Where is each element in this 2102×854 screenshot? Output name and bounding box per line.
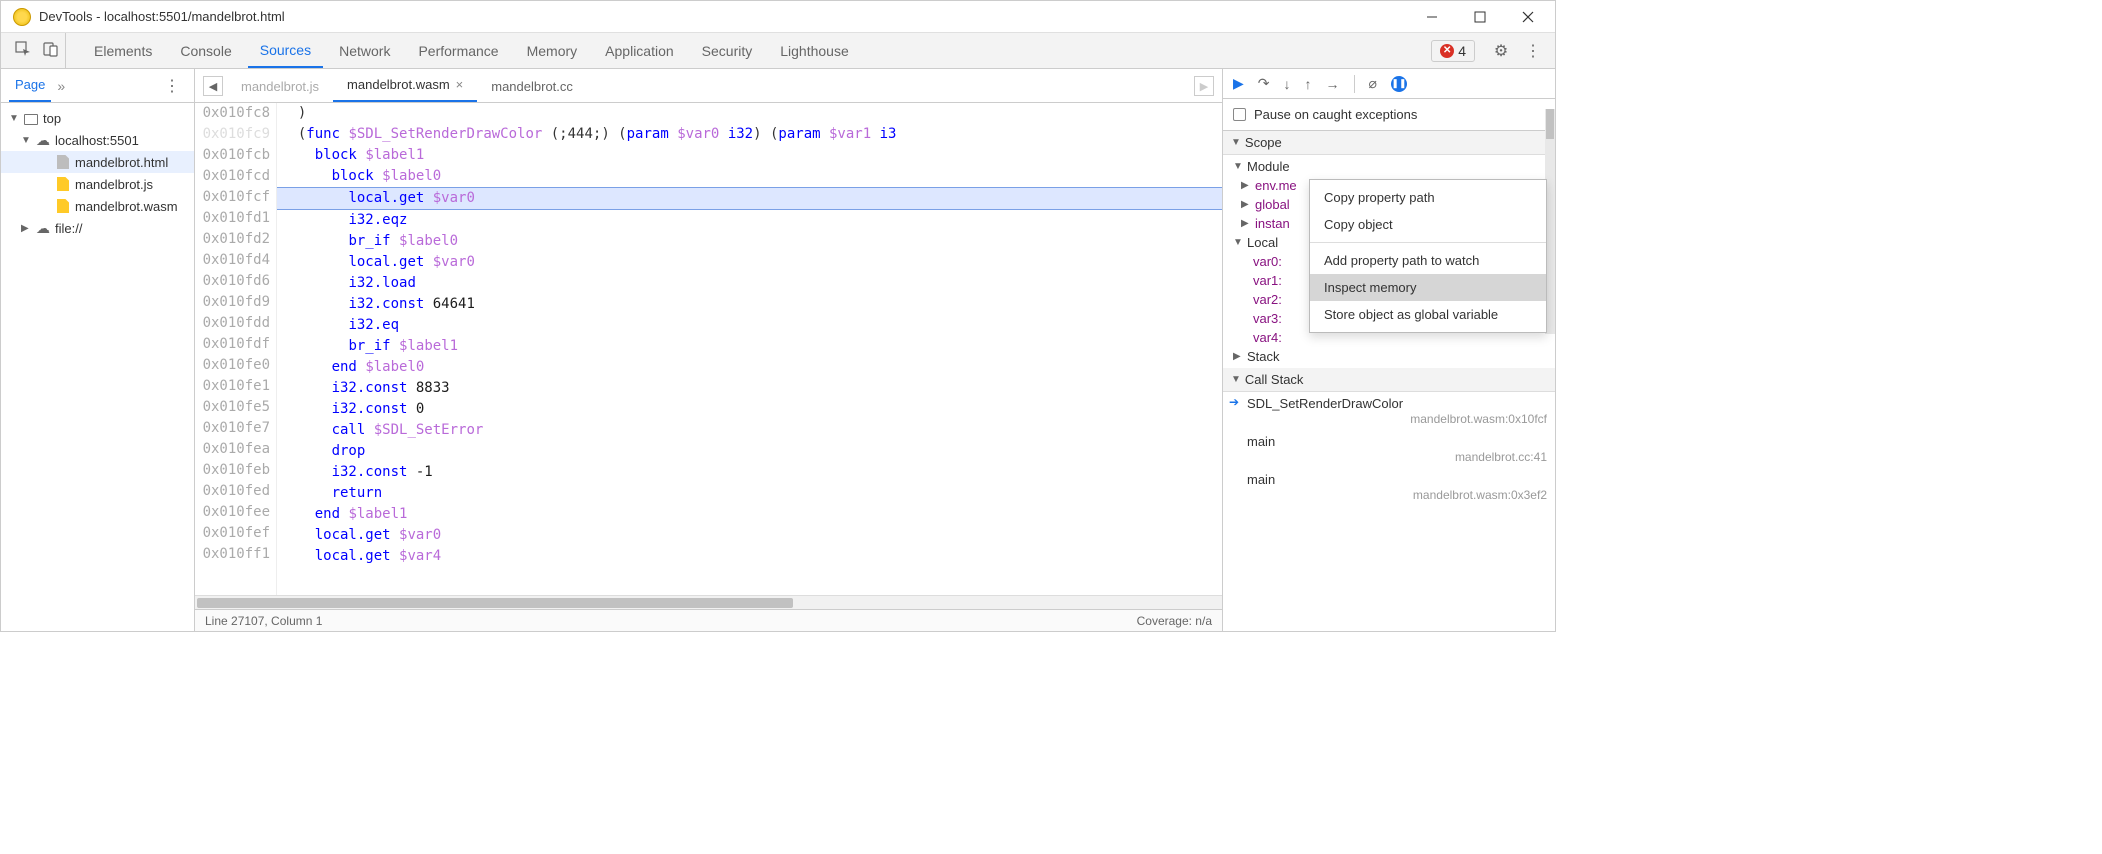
tree-top-label: top [43,111,61,126]
code-body[interactable]: ) (func $SDL_SetRenderDrawColor (;444;) … [277,103,1222,595]
call-stack-frame-1[interactable]: main mandelbrot.cc:41 [1223,430,1555,468]
step-out-icon[interactable]: ↑ [1305,76,1312,92]
call-stack-frame-0[interactable]: SDL_SetRenderDrawColor mandelbrot.wasm:0… [1223,392,1555,430]
tab-security[interactable]: Security [690,33,765,68]
step-into-icon[interactable]: ↓ [1284,76,1291,92]
scope-section-header[interactable]: ▼Scope [1223,131,1555,155]
device-toolbar-icon[interactable] [43,41,59,60]
step-over-icon[interactable]: ↷ [1258,75,1270,92]
editor-tab-wasm-label: mandelbrot.wasm [347,77,450,92]
gutter: 0x010fc8 0x010fc9 0x010fcb 0x010fcd 0x01… [195,103,277,595]
tree-file-wasm[interactable]: mandelbrot.wasm [1,195,194,217]
tab-elements[interactable]: Elements [82,33,164,68]
more-icon[interactable]: ⋮ [1519,41,1547,61]
navigator-tab-page[interactable]: Page [9,69,51,102]
editor-tab-cc[interactable]: mandelbrot.cc [477,71,587,102]
coverage-status: Coverage: n/a [1137,614,1212,628]
tree-file-html[interactable]: mandelbrot.html [1,151,194,173]
step-icon[interactable]: → [1326,76,1340,92]
editor-pane: ◀ mandelbrot.js mandelbrot.wasm × mandel… [195,69,1223,631]
tree-origin-label: localhost:5501 [55,133,139,148]
maximize-button[interactable] [1457,2,1503,32]
error-icon: ✕ [1440,44,1454,58]
inspect-element-icon[interactable] [15,41,31,60]
close-button[interactable] [1505,2,1551,32]
resume-icon[interactable]: ▶ [1233,75,1244,92]
tree-origin[interactable]: ▼ localhost:5501 [1,129,194,151]
minimize-button[interactable] [1409,2,1455,32]
debugger-panel: ▶ ↷ ↓ ↑ → ⌀ ❚❚ Pause on caught exception… [1223,69,1555,631]
editor-tab-js[interactable]: mandelbrot.js [227,71,333,102]
settings-icon[interactable]: ⚙ [1487,41,1515,61]
ctx-copy-object[interactable]: Copy object [1310,211,1546,238]
editor-tab-wasm[interactable]: mandelbrot.wasm × [333,69,477,102]
tree-file-js[interactable]: mandelbrot.js [1,173,194,195]
main-tab-bar: Elements Console Sources Network Perform… [1,33,1555,69]
app-icon [13,8,31,26]
tree-file-html-label: mandelbrot.html [75,155,168,170]
navigator-more-icon[interactable]: » [57,78,65,94]
scope-stack[interactable]: ▶Stack [1223,347,1555,366]
pause-icon[interactable]: ❚❚ [1391,76,1407,92]
window-title: DevTools - localhost:5501/mandelbrot.htm… [39,9,1409,24]
editor-nav-forward[interactable]: ▶ [1194,76,1214,96]
tab-application[interactable]: Application [593,33,686,68]
tab-network[interactable]: Network [327,33,402,68]
context-menu: Copy property path Copy object Add prope… [1309,179,1547,333]
code-editor[interactable]: 0x010fc8 0x010fc9 0x010fcb 0x010fcd 0x01… [195,103,1222,595]
tab-memory[interactable]: Memory [515,33,590,68]
title-bar: DevTools - localhost:5501/mandelbrot.htm… [1,1,1555,33]
ctx-inspect-memory[interactable]: Inspect memory [1310,274,1546,301]
editor-tab-js-label: mandelbrot.js [241,79,319,94]
pause-exceptions-label: Pause on caught exceptions [1254,107,1417,122]
ctx-add-to-watch[interactable]: Add property path to watch [1310,247,1546,274]
close-icon[interactable]: × [456,77,464,92]
navigator-sidebar: Page » ⋮ ▼ top ▼ localhost:5501 mandelbr… [1,69,195,631]
tab-console[interactable]: Console [168,33,243,68]
ctx-store-as-global[interactable]: Store object as global variable [1310,301,1546,328]
cursor-position: Line 27107, Column 1 [205,614,322,628]
tree-file-wasm-label: mandelbrot.wasm [75,199,178,214]
tab-lighthouse[interactable]: Lighthouse [768,33,861,68]
tab-sources[interactable]: Sources [248,33,323,68]
scope-module[interactable]: ▼Module [1223,157,1555,176]
window-controls [1409,2,1551,32]
error-count: 4 [1458,43,1466,59]
tree-file-scheme[interactable]: ▶ file:// [1,217,194,239]
pause-exceptions-checkbox[interactable] [1233,108,1246,121]
call-stack-frame-2[interactable]: main mandelbrot.wasm:0x3ef2 [1223,468,1555,506]
error-badge[interactable]: ✕ 4 [1431,40,1475,62]
tab-performance[interactable]: Performance [406,33,510,68]
editor-nav-back[interactable]: ◀ [203,76,223,96]
call-stack-section-header[interactable]: ▼Call Stack [1223,368,1555,392]
ctx-copy-property-path[interactable]: Copy property path [1310,184,1546,211]
tree-top[interactable]: ▼ top [1,107,194,129]
editor-tab-cc-label: mandelbrot.cc [491,79,573,94]
horizontal-scrollbar[interactable] [195,595,1222,609]
deactivate-breakpoints-icon[interactable]: ⌀ [1369,75,1377,92]
navigator-menu-icon[interactable]: ⋮ [158,76,186,96]
tree-file-js-label: mandelbrot.js [75,177,153,192]
tree-file-scheme-label: file:// [55,221,82,236]
